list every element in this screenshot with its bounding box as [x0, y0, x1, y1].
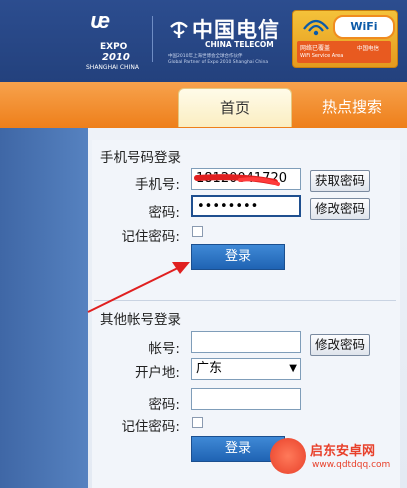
- dropdown-arrow-icon: ▼: [289, 363, 297, 374]
- password-value: ••••••••: [197, 199, 259, 214]
- wifi-signal-icon: [303, 19, 329, 36]
- china-telecom-logo-icon: [170, 21, 188, 38]
- account-label: 帐号:: [148, 341, 180, 357]
- expo-year: 2010: [102, 52, 130, 63]
- password-input[interactable]: ••••••••: [191, 195, 301, 217]
- phone-login-title: 手机号码登录: [100, 150, 181, 166]
- remember-label: 记住密码:: [121, 229, 180, 245]
- wifi-brand-text: 中国电信: [357, 46, 380, 52]
- expo-city: SHANGHAI CHINA: [86, 64, 139, 71]
- expo-word: EXPO: [100, 42, 128, 52]
- region-label: 开户地:: [134, 365, 180, 381]
- other-remember-checkbox[interactable]: [192, 417, 203, 428]
- wifi-coverage-text: 网络已覆盖: [300, 45, 331, 52]
- section-divider: [94, 300, 396, 301]
- wifi-banner: WiFi 网络已覆盖 WiFi Service Area 中国电信: [292, 10, 398, 68]
- watermark-name: 启东安卓网: [310, 444, 376, 459]
- wifi-badge: WiFi: [333, 15, 395, 39]
- expo-logo: ᵫ EXPO 2010 SHANGHAI CHINA: [86, 6, 142, 71]
- phone-login-button[interactable]: 登录: [191, 244, 285, 270]
- site-header: ᵫ EXPO 2010 SHANGHAI CHINA 中国电信 CHINA TE…: [0, 0, 407, 82]
- watermark: 启东安卓网 www.qdtdqq.com: [270, 432, 407, 488]
- telecom-subtitle-en: Global Partner of Expo 2010 Shanghai Chi…: [168, 60, 269, 65]
- other-change-password-button[interactable]: 修改密码: [310, 334, 370, 356]
- telecom-name-en: CHINA TELECOM: [205, 40, 274, 49]
- other-password-input[interactable]: [191, 388, 301, 410]
- tab-hotspot-search[interactable]: 热点搜索: [322, 96, 382, 117]
- remember-checkbox[interactable]: [192, 226, 203, 237]
- region-select[interactable]: 广东 ▼: [191, 358, 301, 380]
- other-login-title: 其他帐号登录: [100, 312, 181, 328]
- phone-label: 手机号:: [134, 177, 180, 193]
- phone-input[interactable]: 18120041720: [191, 168, 301, 190]
- watermark-logo-icon: [270, 438, 306, 474]
- region-value: 广东: [196, 361, 223, 376]
- change-password-button[interactable]: 修改密码: [310, 198, 370, 220]
- tab-home[interactable]: 首页: [178, 88, 292, 127]
- left-background: [0, 128, 88, 488]
- telecom-subtitle: 中国2010年上海世博会全球合作伙伴 Global Partner of Exp…: [168, 54, 268, 66]
- other-remember-label: 记住密码:: [121, 419, 180, 435]
- get-code-button[interactable]: 获取密码: [310, 170, 370, 192]
- expo-mark-icon: ᵫ: [90, 9, 111, 34]
- wifi-strip: 网络已覆盖 WiFi Service Area 中国电信: [297, 41, 391, 63]
- header-divider: [152, 16, 153, 62]
- wifi-service-text: WiFi Service Area: [300, 53, 344, 59]
- password-label: 密码:: [148, 205, 180, 221]
- watermark-url: www.qdtdqq.com: [312, 460, 391, 470]
- phone-value: 18120041720: [196, 171, 287, 186]
- other-password-label: 密码:: [148, 397, 180, 413]
- account-input[interactable]: [191, 331, 301, 353]
